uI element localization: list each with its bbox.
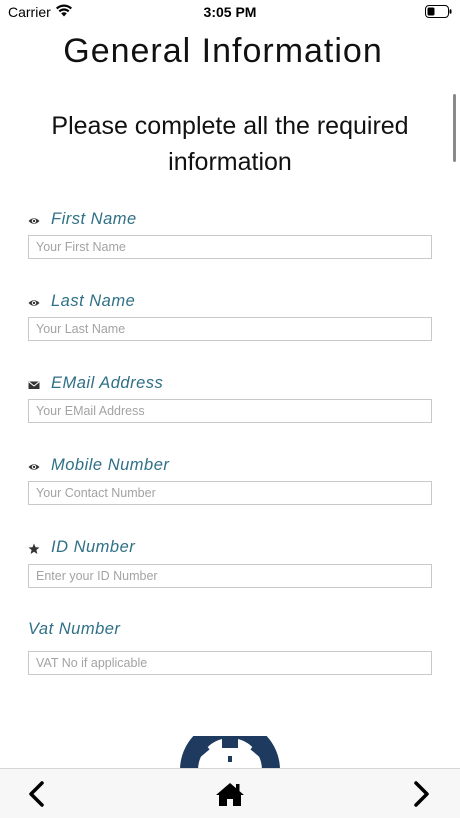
scroll-indicator[interactable] [453, 94, 456, 162]
first-name-input[interactable]: Your First Name [28, 235, 432, 259]
envelope-icon [28, 381, 40, 389]
id-number-placeholder: Enter your ID Number [36, 569, 158, 583]
mobile-number-field: Mobile Number Your Contact Number [28, 456, 432, 505]
vat-number-label: Vat Number [28, 620, 121, 638]
subtitle-line-1: Please complete all the required [51, 112, 409, 140]
status-bar: Carrier 3:05 PM [0, 0, 460, 26]
last-name-placeholder: Your Last Name [36, 322, 126, 336]
vat-number-input[interactable]: VAT No if applicable [28, 651, 432, 675]
subtitle-line-2: information [168, 148, 292, 176]
first-name-field: First Name Your First Name [28, 210, 432, 259]
email-placeholder: Your EMail Address [36, 404, 145, 418]
chevron-right-icon[interactable] [406, 779, 436, 809]
status-time: 3:05 PM [203, 4, 257, 20]
eye-icon [28, 300, 40, 306]
bottom-nav-bar [0, 768, 460, 818]
email-field: EMail Address Your EMail Address [28, 374, 432, 423]
email-label: EMail Address [51, 374, 164, 392]
star-icon [28, 543, 40, 554]
eye-icon [28, 464, 40, 470]
last-name-field: Last Name Your Last Name [28, 292, 432, 341]
chevron-left-icon[interactable] [22, 779, 52, 809]
mobile-number-input[interactable]: Your Contact Number [28, 481, 432, 505]
first-name-label: First Name [51, 210, 137, 228]
battery-icon [425, 5, 452, 18]
mobile-number-label: Mobile Number [51, 456, 170, 474]
mobile-number-placeholder: Your Contact Number [36, 486, 156, 500]
home-icon[interactable] [214, 781, 246, 807]
eye-icon [28, 218, 40, 224]
id-number-input[interactable]: Enter your ID Number [28, 564, 432, 588]
page-title: General Information [63, 32, 383, 70]
gear-logo-icon [180, 736, 280, 770]
email-input[interactable]: Your EMail Address [28, 399, 432, 423]
id-number-label: ID Number [51, 538, 136, 556]
vat-number-placeholder: VAT No if applicable [36, 656, 148, 670]
vat-number-field: Vat Number VAT No if applicable [28, 620, 432, 675]
id-number-field: ID Number Enter your ID Number [28, 538, 432, 588]
first-name-placeholder: Your First Name [36, 240, 126, 254]
page-subtitle: Please complete all the required informa… [20, 108, 440, 180]
last-name-input[interactable]: Your Last Name [28, 317, 432, 341]
last-name-label: Last Name [51, 292, 136, 310]
